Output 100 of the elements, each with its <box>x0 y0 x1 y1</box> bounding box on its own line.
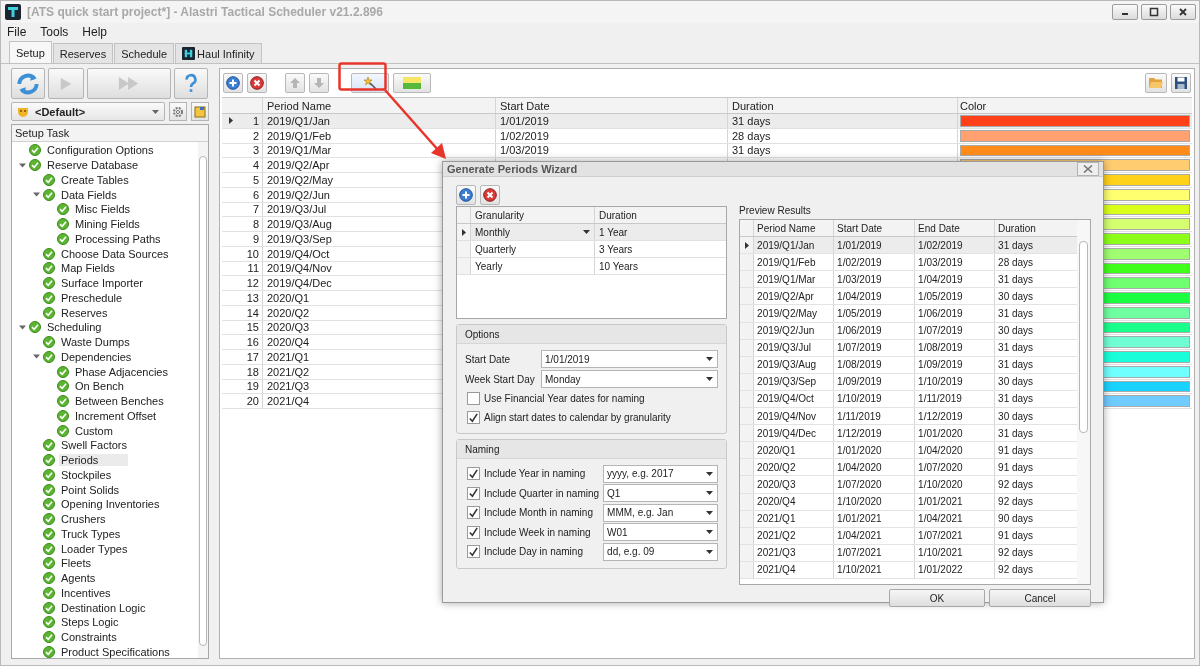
menu-item[interactable]: Help <box>82 25 108 39</box>
delete-button[interactable] <box>480 185 500 205</box>
checkbox[interactable] <box>467 486 480 500</box>
help-button[interactable] <box>174 68 208 99</box>
tree-item[interactable]: Choose Data Sources <box>59 247 171 260</box>
tree-item[interactable]: Opening Inventories <box>59 498 162 511</box>
add-button[interactable] <box>456 185 476 205</box>
tab[interactable]: Haul Infinity <box>175 43 262 63</box>
table-row[interactable]: 2019/Q1/Jan 1/01/2019 1/02/2019 31 days <box>740 237 1078 255</box>
table-row[interactable]: 2021/Q2 1/04/2021 1/07/2021 91 days <box>740 527 1078 545</box>
tree-item[interactable]: On Bench <box>73 380 126 393</box>
settings-button[interactable] <box>169 102 187 121</box>
dropdown-field[interactable]: dd, e.g. 09 <box>603 542 719 561</box>
tree-item[interactable]: Data Fields <box>59 188 119 201</box>
table-row[interactable]: 2020/Q1 1/01/2020 1/04/2020 91 days <box>740 442 1078 460</box>
table-row[interactable]: 2020/Q4 1/10/2020 1/01/2021 92 days <box>740 493 1078 511</box>
color-swatch[interactable] <box>960 129 1190 142</box>
checkbox[interactable] <box>467 545 480 559</box>
table-row[interactable]: Yearly 10 Years <box>457 258 727 275</box>
scrollbar[interactable] <box>1077 220 1091 584</box>
tree-item[interactable]: Custom <box>73 424 115 437</box>
tree-item[interactable]: Phase Adjacencies <box>73 365 170 378</box>
tree-item[interactable]: Map Fields <box>59 262 117 275</box>
expander-icon[interactable] <box>32 353 40 361</box>
tree-item[interactable]: Product Specifications <box>59 645 172 658</box>
tree-item[interactable]: Agents <box>59 572 98 585</box>
table-row[interactable]: 2019/Q1/Mar 1/03/2019 1/04/2019 31 days <box>740 271 1078 289</box>
date-dropdown[interactable]: 1/01/2019 <box>541 350 719 368</box>
tree-item[interactable]: Stockpiles <box>59 468 114 481</box>
table-row[interactable]: 2019/Q4/Oct 1/10/2019 1/11/2019 31 days <box>740 390 1078 409</box>
checkbox[interactable] <box>467 506 480 520</box>
table-row[interactable]: Quarterly 3 Years <box>457 241 727 258</box>
table-row[interactable]: 2019/Q2/May 1/05/2019 1/06/2019 31 days <box>740 305 1078 323</box>
expander-icon[interactable] <box>18 323 26 331</box>
checkbox[interactable] <box>467 392 480 405</box>
maximize-button[interactable] <box>1141 4 1167 20</box>
expander-icon[interactable] <box>18 161 26 169</box>
table-row[interactable]: 2019/Q3/Jul 1/07/2019 1/08/2019 31 days <box>740 339 1078 357</box>
tree-item[interactable]: Mining Fields <box>73 218 142 231</box>
scrollbar[interactable] <box>198 142 208 658</box>
table-row[interactable]: 2019/Q2/Jun 1/06/2019 1/07/2019 30 days <box>740 322 1078 340</box>
tab[interactable]: Schedule <box>114 43 175 63</box>
add-button[interactable] <box>223 72 243 93</box>
tree-item[interactable]: Destination Logic <box>59 601 148 614</box>
refresh-button[interactable] <box>11 68 45 99</box>
tree-item[interactable]: Misc Fields <box>73 203 132 216</box>
dropdown-field[interactable]: yyyy, e.g. 2017 <box>603 464 719 483</box>
cancel-button[interactable]: Cancel <box>989 589 1092 607</box>
table-row[interactable]: 2019/Q4/Nov 1/11/2019 1/12/2019 30 days <box>740 408 1078 426</box>
dropdown-field[interactable]: MMM, e.g. Jan <box>603 503 719 522</box>
delete-button[interactable] <box>247 72 267 93</box>
table-row[interactable]: 2020/Q2 1/04/2020 1/07/2020 91 days <box>740 459 1078 477</box>
tree-item[interactable]: Point Solids <box>59 483 122 496</box>
table-row[interactable]: Monthly 1 Year <box>457 224 727 241</box>
color-swatch[interactable] <box>960 115 1190 127</box>
tree-item[interactable]: Create Tables <box>59 173 131 186</box>
ok-button[interactable]: OK <box>889 589 986 607</box>
close-button[interactable] <box>1170 4 1196 20</box>
tree-item[interactable]: Processing Paths <box>73 232 163 245</box>
tab[interactable]: Setup <box>9 41 52 63</box>
tab[interactable]: Reserves <box>52 43 114 63</box>
dropdown-field[interactable]: Q1 <box>603 484 719 503</box>
save-button[interactable] <box>1171 72 1191 93</box>
table-row[interactable]: 2019/Q3/Sep 1/09/2019 1/10/2019 30 days <box>740 373 1078 391</box>
tree-item[interactable]: Increment Offset <box>73 409 159 422</box>
checkbox[interactable] <box>467 411 480 424</box>
tree-item[interactable]: Periods <box>59 454 129 467</box>
expander-icon[interactable] <box>32 191 40 199</box>
dropdown-field[interactable]: W01 <box>603 523 719 542</box>
tree-item[interactable]: Incentives <box>59 586 113 599</box>
tree-item[interactable]: Loader Types <box>59 542 130 555</box>
tree-item[interactable]: Waste Dumps <box>59 336 132 349</box>
dropdown-field[interactable]: Monday <box>541 370 719 388</box>
tree-item[interactable]: Steps Logic <box>59 616 121 629</box>
table-row[interactable]: 2021/Q3 1/07/2021 1/10/2021 92 days <box>740 544 1078 562</box>
profile-dropdown[interactable]: <Default> <box>11 102 165 121</box>
note-button[interactable] <box>191 102 209 121</box>
tree-item[interactable]: Crushers <box>59 513 108 526</box>
table-row[interactable]: 2020/Q3 1/07/2020 1/10/2020 92 days <box>740 476 1078 494</box>
tree-item[interactable]: Reserves <box>59 306 110 319</box>
tree-item[interactable]: Configuration Options <box>45 144 156 157</box>
checkbox[interactable] <box>467 525 480 539</box>
color-swatch[interactable] <box>960 144 1190 157</box>
checkbox[interactable] <box>467 467 480 481</box>
tree-item[interactable]: Dependencies <box>59 350 134 363</box>
table-row[interactable]: 2021/Q4 1/10/2021 1/01/2022 92 days <box>740 561 1078 579</box>
tree-item[interactable]: Truck Types <box>59 527 123 540</box>
minimize-button[interactable] <box>1112 4 1138 20</box>
table-row[interactable]: 1 2019/Q1/Jan 1/01/2019 31 days <box>222 114 1192 129</box>
table-row[interactable]: 2019/Q2/Apr 1/04/2019 1/05/2019 30 days <box>740 288 1078 306</box>
tree-item[interactable]: Scheduling <box>45 321 104 334</box>
tree-item[interactable]: Fleets <box>59 557 93 570</box>
menu-item[interactable]: File <box>7 25 27 39</box>
table-row[interactable]: 2019/Q3/Aug 1/08/2019 1/09/2019 31 days <box>740 356 1078 374</box>
tree-item[interactable]: Swell Factors <box>59 439 130 452</box>
tree-item[interactable]: Surface Importer <box>59 277 145 290</box>
tree-item[interactable]: Preschedule <box>59 291 125 304</box>
table-row[interactable]: 2019/Q1/Feb 1/02/2019 1/03/2019 28 days <box>740 254 1078 272</box>
menu-item[interactable]: Tools <box>40 25 69 39</box>
tree-item[interactable]: Between Benches <box>73 395 166 408</box>
